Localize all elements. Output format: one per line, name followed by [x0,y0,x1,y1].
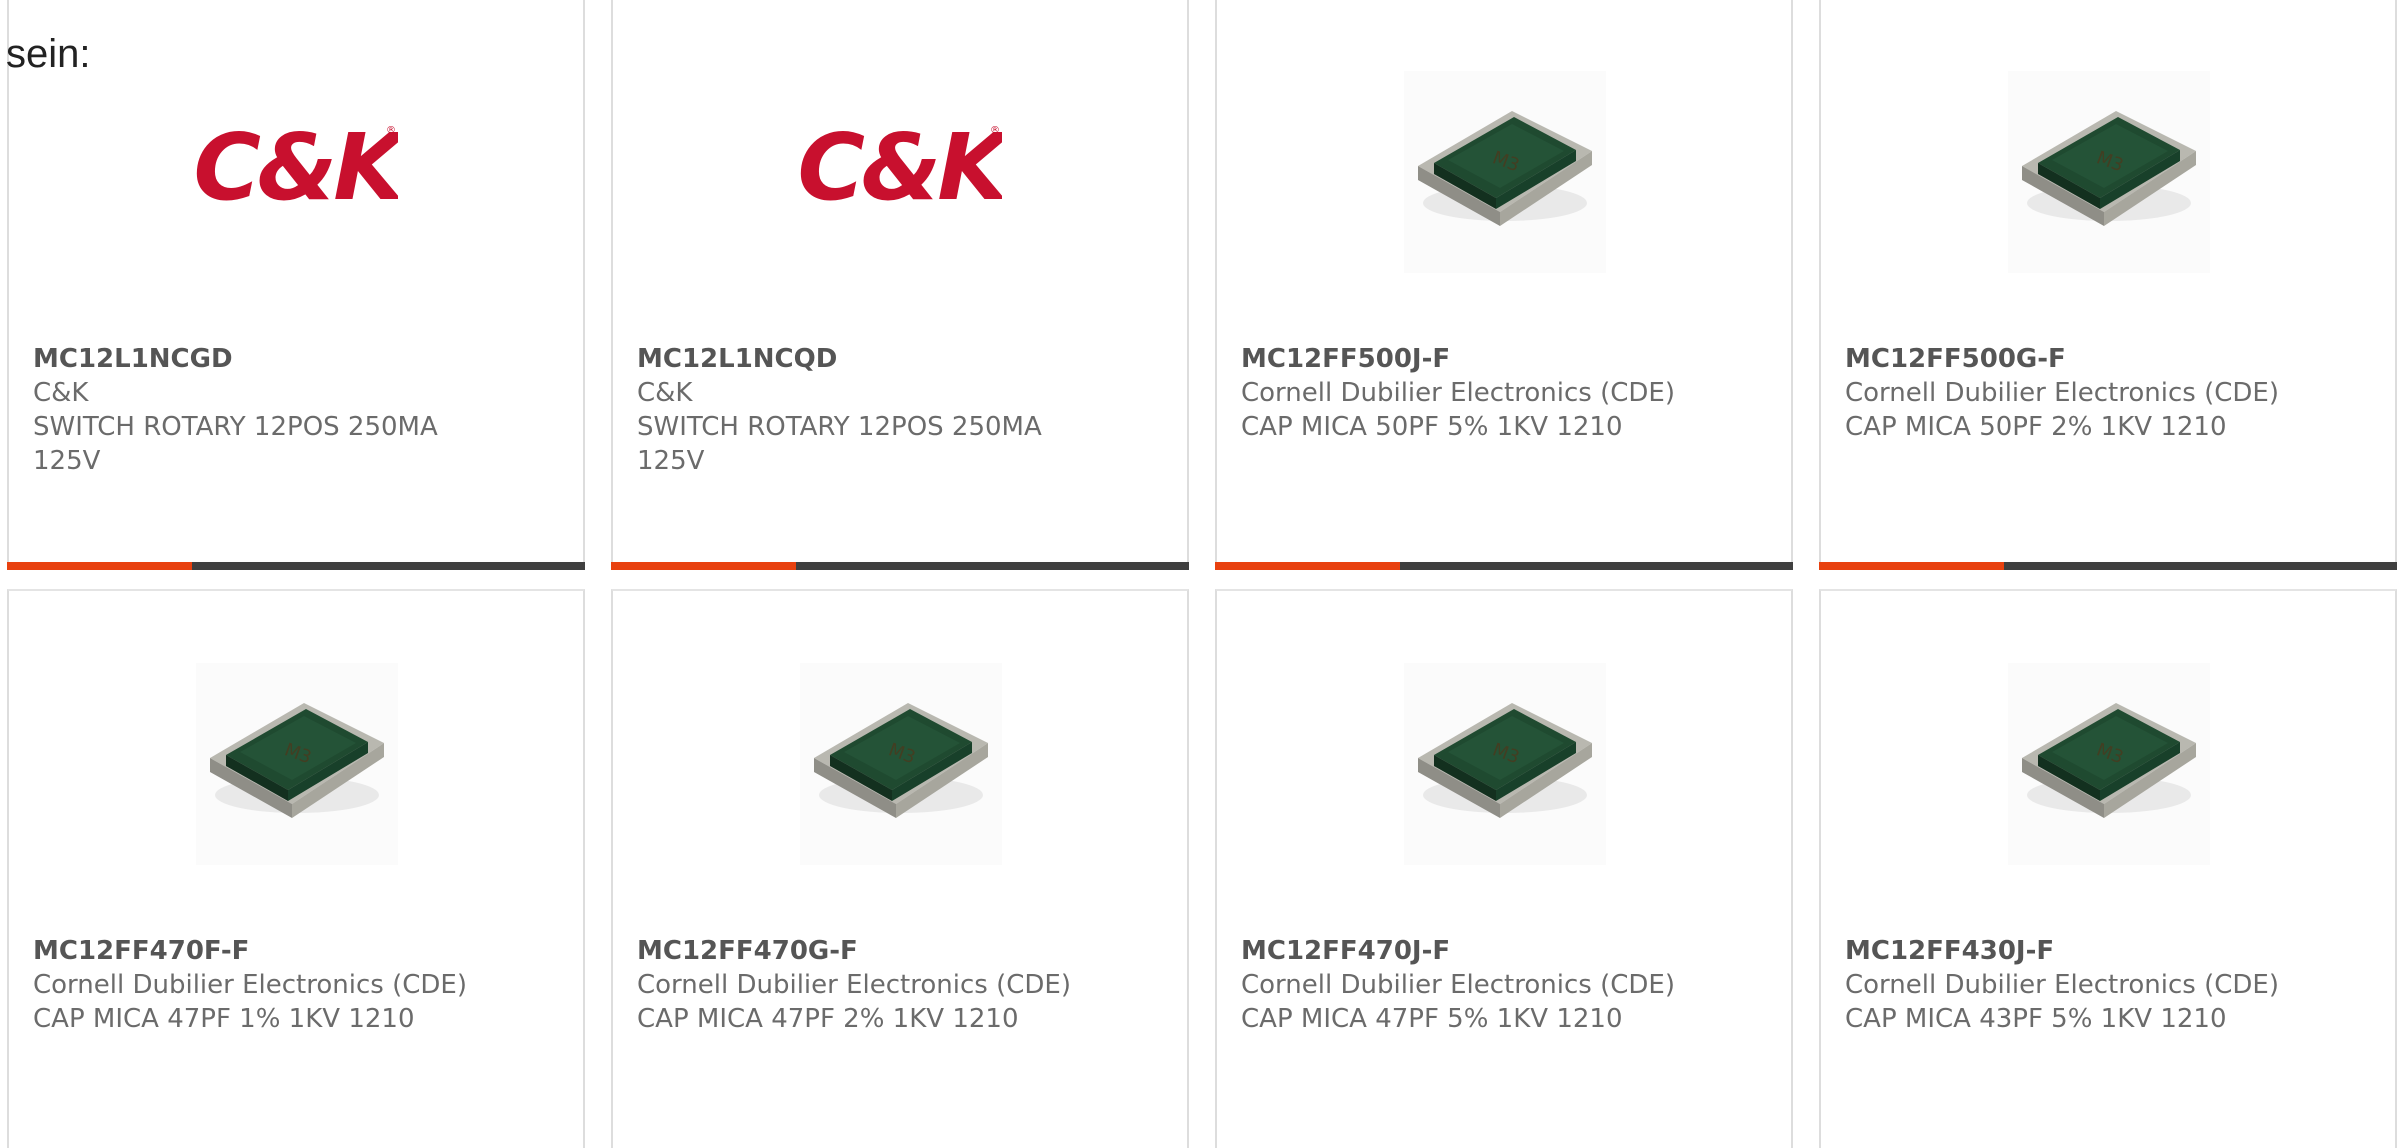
product-card[interactable]: M3 MC12FF430J-F Cornell Dubilier Electro… [1819,589,2397,1148]
manufacturer: Cornell Dubilier Electronics (CDE) [1241,378,1675,408]
card-progress-bar [7,562,585,570]
manufacturer: C&K [637,378,693,408]
mica-capacitor-icon: M3 [800,663,1002,865]
manufacturer: Cornell Dubilier Electronics (CDE) [1845,970,2279,1000]
description: CAP MICA 50PF 2% 1KV 1210 [1845,412,2227,442]
ck-logo-icon: C&K ® [800,114,1002,221]
intro-text: sein: [6,32,91,76]
svg-text:®: ® [386,125,396,136]
svg-text:®: ® [990,125,1000,136]
part-number[interactable]: MC12L1NCGD [33,342,567,376]
svg-text:C&K: C&K [800,114,1002,221]
product-info: MC12FF470J-F Cornell Dubilier Electronic… [1241,934,1775,1036]
product-image: C&K ® [800,71,1002,273]
svg-text:C&K: C&K [196,114,398,221]
product-card[interactable]: M3 MC12FF500J-F Cornell Dubilier Electro… [1215,0,1793,570]
product-info: MC12L1NCGD C&K SWITCH ROTARY 12POS 250MA… [33,342,567,478]
mica-capacitor-icon: M3 [2008,663,2210,865]
ck-logo-icon: C&K ® [196,114,398,221]
description: CAP MICA 50PF 5% 1KV 1210 [1241,412,1623,442]
card-progress-bar [1819,562,2397,570]
product-image: M3 [2008,71,2210,273]
product-card[interactable]: M3 MC12FF470J-F Cornell Dubilier Electro… [1215,589,1793,1148]
product-card[interactable]: M3 MC12FF500G-F Cornell Dubilier Electro… [1819,0,2397,570]
mica-capacitor-icon: M3 [2008,71,2210,273]
manufacturer: C&K [33,378,89,408]
card-progress-bar [611,562,1189,570]
product-info: MC12FF500J-F Cornell Dubilier Electronic… [1241,342,1775,444]
product-info: MC12FF500G-F Cornell Dubilier Electronic… [1845,342,2379,444]
description: CAP MICA 47PF 2% 1KV 1210 [637,1004,1019,1034]
card-progress-fill [611,562,796,570]
product-card[interactable]: C&K ® MC12L1NCGD C&K SWITCH ROTARY 12POS… [7,0,585,570]
description: SWITCH ROTARY 12POS 250MA 125V [33,412,438,476]
part-number[interactable]: MC12L1NCQD [637,342,1171,376]
manufacturer: Cornell Dubilier Electronics (CDE) [33,970,467,1000]
product-info: MC12FF470G-F Cornell Dubilier Electronic… [637,934,1171,1036]
product-info: MC12L1NCQD C&K SWITCH ROTARY 12POS 250MA… [637,342,1171,478]
manufacturer: Cornell Dubilier Electronics (CDE) [1845,378,2279,408]
manufacturer: Cornell Dubilier Electronics (CDE) [1241,970,1675,1000]
product-card[interactable]: C&K ® MC12L1NCQD C&K SWITCH ROTARY 12POS… [611,0,1189,570]
product-image: M3 [1404,71,1606,273]
mica-capacitor-icon: M3 [1404,71,1606,273]
product-card[interactable]: M3 MC12FF470F-F Cornell Dubilier Electro… [7,589,585,1148]
product-card[interactable]: M3 MC12FF470G-F Cornell Dubilier Electro… [611,589,1189,1148]
part-number[interactable]: MC12FF500G-F [1845,342,2379,376]
product-image: M3 [2008,663,2210,865]
description: CAP MICA 43PF 5% 1KV 1210 [1845,1004,2227,1034]
product-image: C&K ® [196,71,398,273]
card-progress-fill [1215,562,1400,570]
product-info: MC12FF430J-F Cornell Dubilier Electronic… [1845,934,2379,1036]
part-number[interactable]: MC12FF500J-F [1241,342,1775,376]
product-info: MC12FF470F-F Cornell Dubilier Electronic… [33,934,567,1036]
card-progress-fill [7,562,192,570]
part-number[interactable]: MC12FF430J-F [1845,934,2379,968]
description: CAP MICA 47PF 1% 1KV 1210 [33,1004,415,1034]
manufacturer: Cornell Dubilier Electronics (CDE) [637,970,1071,1000]
part-number[interactable]: MC12FF470F-F [33,934,567,968]
description: SWITCH ROTARY 12POS 250MA 125V [637,412,1042,476]
mica-capacitor-icon: M3 [196,663,398,865]
description: CAP MICA 47PF 5% 1KV 1210 [1241,1004,1623,1034]
card-progress-bar [1215,562,1793,570]
mica-capacitor-icon: M3 [1404,663,1606,865]
product-image: M3 [1404,663,1606,865]
product-image: M3 [800,663,1002,865]
card-progress-fill [1819,562,2004,570]
part-number[interactable]: MC12FF470J-F [1241,934,1775,968]
part-number[interactable]: MC12FF470G-F [637,934,1171,968]
product-image: M3 [196,663,398,865]
